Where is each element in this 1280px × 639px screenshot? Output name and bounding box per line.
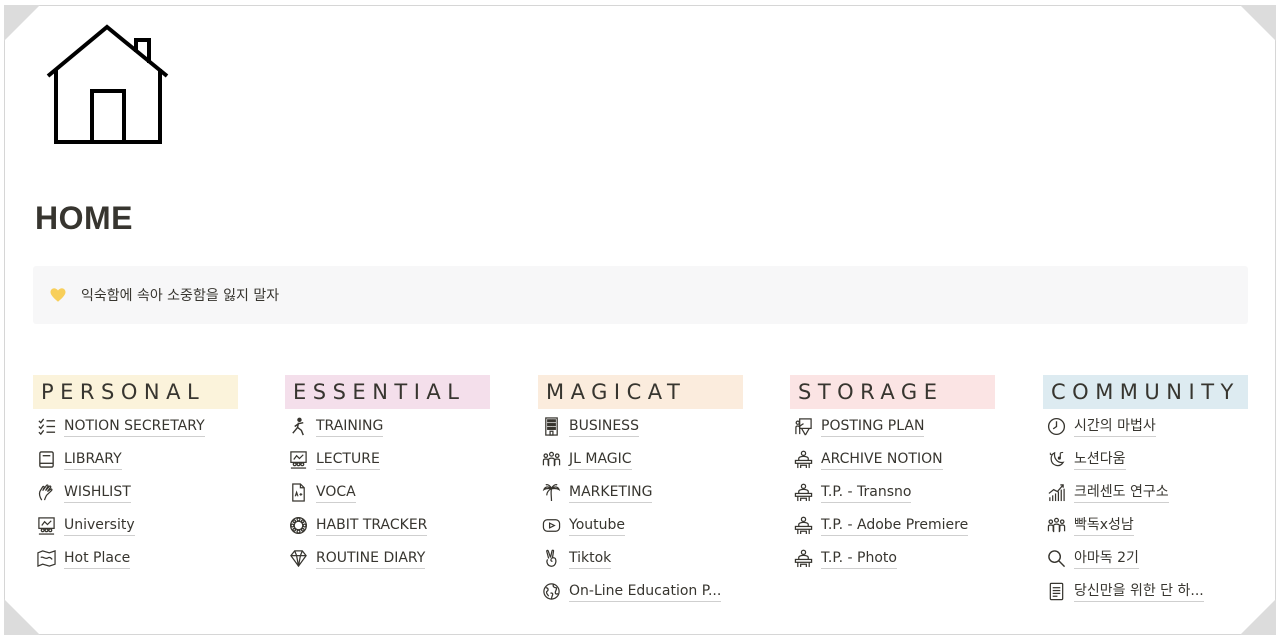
- link-label[interactable]: NOTION SECRETARY: [64, 417, 205, 437]
- link-voca[interactable]: VOCA: [285, 476, 490, 509]
- link-label[interactable]: LIBRARY: [64, 450, 122, 470]
- link-label[interactable]: 시간의 마법사: [1074, 417, 1156, 437]
- building-icon: [541, 417, 561, 437]
- corner-decoration: [4, 5, 40, 41]
- link-label[interactable]: T.P. - Photo: [821, 549, 897, 569]
- map-icon: [36, 549, 56, 569]
- link-marketing[interactable]: MARKETING: [538, 476, 743, 509]
- column-magicat: MAGICAT BUSINESS JL MAGIC MARKETING Yout…: [538, 375, 743, 608]
- person-desk-icon: [793, 516, 813, 536]
- house-icon[interactable]: [45, 24, 171, 146]
- search-icon: [1046, 549, 1066, 569]
- link-label[interactable]: ARCHIVE NOTION: [821, 450, 943, 470]
- book-icon: [36, 450, 56, 470]
- palm-tree-icon: [541, 483, 561, 503]
- link-label[interactable]: On-Line Education P...: [569, 582, 722, 602]
- link-wishlist[interactable]: WISHLIST: [33, 476, 238, 509]
- link-notion-secretary[interactable]: NOTION SECRETARY: [33, 410, 238, 443]
- link-label[interactable]: 크레센도 연구소: [1074, 483, 1169, 503]
- column-header: STORAGE: [790, 375, 995, 409]
- link-label[interactable]: Youtube: [569, 516, 625, 536]
- link-tp-transno[interactable]: T.P. - Transno: [790, 476, 995, 509]
- presentation-icon: [793, 417, 813, 437]
- runner-icon: [288, 417, 308, 437]
- link-label[interactable]: 빡독x성남: [1074, 516, 1134, 536]
- link-label[interactable]: 당신만을 위한 단 하...: [1074, 582, 1204, 602]
- link-label[interactable]: VOCA: [316, 483, 356, 503]
- link-notion-daum[interactable]: 노션다움: [1043, 443, 1248, 476]
- column-community: COMMUNITY 시간의 마법사 노션다움 크레센도 연구소 빡독x성남 아마…: [1043, 375, 1248, 608]
- column-essential: ESSENTIAL TRAINING LECTURE VOCA HABIT TR…: [285, 375, 490, 575]
- checklist-icon: [36, 417, 56, 437]
- link-habit-tracker[interactable]: HABIT TRACKER: [285, 509, 490, 542]
- link-tiktok[interactable]: Tiktok: [538, 542, 743, 575]
- page-title: HOME: [35, 200, 133, 236]
- yellow-heart-icon: [50, 288, 66, 302]
- link-amadok-2[interactable]: 아마독 2기: [1043, 542, 1248, 575]
- link-library[interactable]: LIBRARY: [33, 443, 238, 476]
- link-university[interactable]: University: [33, 509, 238, 542]
- link-tp-adobe-premiere[interactable]: T.P. - Adobe Premiere: [790, 509, 995, 542]
- classroom-icon: [36, 516, 56, 536]
- link-label[interactable]: JL MAGIC: [569, 450, 632, 470]
- link-label[interactable]: Hot Place: [64, 549, 131, 569]
- link-label[interactable]: MARKETING: [569, 483, 653, 503]
- hand-icon: [36, 483, 56, 503]
- link-tp-photo[interactable]: T.P. - Photo: [790, 542, 995, 575]
- link-time-wizard[interactable]: 시간의 마법사: [1043, 410, 1248, 443]
- bar-chart-icon: [1046, 483, 1066, 503]
- link-label[interactable]: ROUTINE DIARY: [316, 549, 426, 569]
- link-label[interactable]: POSTING PLAN: [821, 417, 925, 437]
- link-label[interactable]: T.P. - Transno: [821, 483, 912, 503]
- link-routine-diary[interactable]: ROUTINE DIARY: [285, 542, 490, 575]
- link-label[interactable]: T.P. - Adobe Premiere: [821, 516, 969, 536]
- link-jl-magic[interactable]: JL MAGIC: [538, 443, 743, 476]
- link-lecture[interactable]: LECTURE: [285, 443, 490, 476]
- link-label[interactable]: TRAINING: [316, 417, 384, 437]
- link-crescendo-lab[interactable]: 크레센도 연구소: [1043, 476, 1248, 509]
- gear-ring-icon: [288, 516, 308, 536]
- column-header: PERSONAL: [33, 375, 238, 409]
- link-posting-plan[interactable]: POSTING PLAN: [790, 410, 995, 443]
- column-header: COMMUNITY: [1043, 375, 1248, 409]
- column-personal: PERSONAL NOTION SECRETARY LIBRARY WISHLI…: [33, 375, 238, 575]
- column-header: ESSENTIAL: [285, 375, 490, 409]
- corner-decoration: [4, 599, 40, 635]
- link-label[interactable]: 노션다움: [1074, 450, 1126, 470]
- moon-music-icon: [1046, 450, 1066, 470]
- link-archive-notion[interactable]: ARCHIVE NOTION: [790, 443, 995, 476]
- link-label[interactable]: University: [64, 516, 135, 536]
- document-grade-icon: [288, 483, 308, 503]
- link-business[interactable]: BUSINESS: [538, 410, 743, 443]
- link-label[interactable]: HABIT TRACKER: [316, 516, 428, 536]
- people-icon: [541, 450, 561, 470]
- callout: 익숙함에 속아 소중함을 잃지 말자: [33, 266, 1248, 324]
- column-storage: STORAGE POSTING PLAN ARCHIVE NOTION T.P.…: [790, 375, 995, 575]
- link-online-education[interactable]: On-Line Education P...: [538, 575, 743, 608]
- link-label[interactable]: WISHLIST: [64, 483, 131, 503]
- person-desk-icon: [793, 450, 813, 470]
- callout-text: 익숙함에 속아 소중함을 잃지 말자: [81, 288, 280, 304]
- play-button-icon: [541, 516, 561, 536]
- link-youtube[interactable]: Youtube: [538, 509, 743, 542]
- classroom-icon: [288, 450, 308, 470]
- people-icon: [1046, 516, 1066, 536]
- link-label[interactable]: Tiktok: [569, 549, 612, 569]
- link-training[interactable]: TRAINING: [285, 410, 490, 443]
- link-ppakdok-seongnam[interactable]: 빡독x성남: [1043, 509, 1248, 542]
- corner-decoration: [1240, 5, 1276, 41]
- clock-icon: [1046, 417, 1066, 437]
- link-just-for-you[interactable]: 당신만을 위한 단 하...: [1043, 575, 1248, 608]
- person-desk-icon: [793, 549, 813, 569]
- peace-hand-icon: [541, 549, 561, 569]
- column-header: MAGICAT: [538, 375, 743, 409]
- diamond-icon: [288, 549, 308, 569]
- person-desk-icon: [793, 483, 813, 503]
- link-label[interactable]: BUSINESS: [569, 417, 639, 437]
- globe-icon: [541, 582, 561, 602]
- link-label[interactable]: LECTURE: [316, 450, 380, 470]
- link-hot-place[interactable]: Hot Place: [33, 542, 238, 575]
- link-label[interactable]: 아마독 2기: [1074, 549, 1139, 569]
- document-icon: [1046, 582, 1066, 602]
